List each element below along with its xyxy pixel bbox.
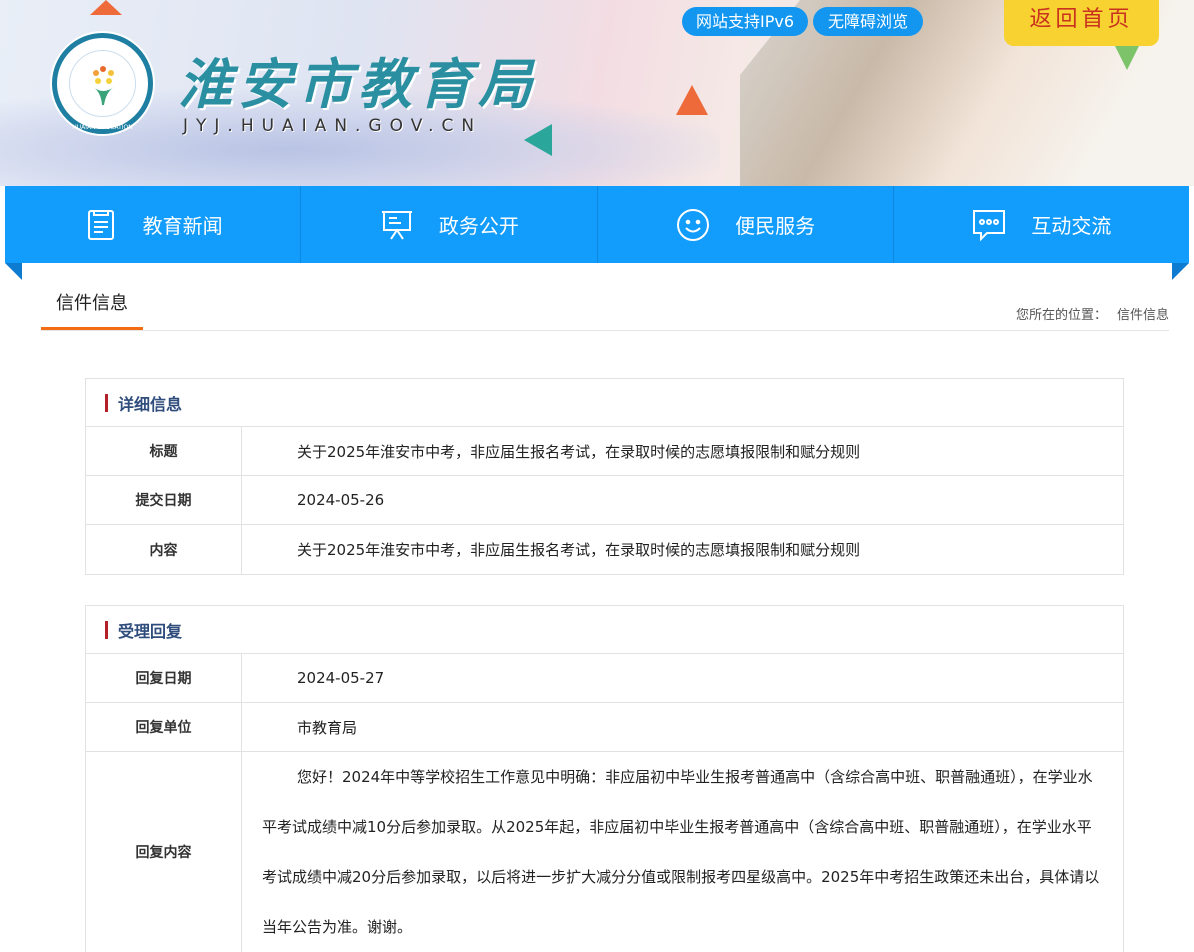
reply-panel: 受理回复 回复日期 2024-05-27 回复单位 市教育局 回复内容 您好！2024… (85, 605, 1124, 952)
row-label: 提交日期 (86, 476, 242, 524)
table-row: 回复内容 您好！2024年中等学校招生工作意见中明确：非应届初中毕业生报考普通高中… (86, 752, 1123, 952)
triangle-decoration (90, 0, 122, 15)
row-value: 市教育局 (297, 718, 358, 737)
home-button[interactable]: 返回首页 (1004, 0, 1159, 46)
smile-icon (677, 208, 710, 241)
nav-label: 政务公开 (438, 214, 519, 238)
details-panel: 详细信息 标题关于2025年淮安市中考，非应届生报名考试，在录取时候的志愿填报限… (85, 378, 1124, 575)
table-row: 标题 关于2025年淮安市中考，非应届生报名考试，在录取时候的志愿填报限制和赋分规… (86, 427, 1123, 476)
row-value: 关于2025年淮安市中考，非应届生报名考试，在录取时候的志愿填报限制和赋分规则 (297, 442, 861, 461)
nav-item-government[interactable]: 政务公开 (301, 186, 598, 263)
row-value: 关于2025年淮安市中考，非应届生报名考试，在录取时候的志愿填报限制和赋分规则 (297, 541, 861, 559)
main-nav: 教育新闻 政务公开 便民服务 互动交流 (5, 186, 1189, 263)
breadcrumb: 您所在的位置： 信件信息 (1016, 304, 1169, 323)
row-label: 回复日期 (86, 654, 242, 702)
table-row: 内容 关于2025年淮安市中考，非应届生报名考试，在录取时候的志愿填报限制和赋分规… (86, 525, 1123, 574)
nav-label: 教育新闻 (142, 214, 223, 238)
tree-icon (93, 66, 114, 105)
row-value: 2024-05-27 (297, 669, 385, 687)
row-label: 回复单位 (86, 703, 242, 751)
site-logo[interactable]: HUAIAN EDUCATION (52, 33, 153, 134)
section-heading: 详细信息 (118, 394, 183, 414)
section-heading: 受理回复 (118, 621, 183, 641)
site-header: HUAIAN EDUCATION 淮安市教育局 JYJ.HUAIAN.GOV.C… (0, 0, 1194, 186)
triangle-decoration (524, 124, 552, 156)
accessibility-button[interactable]: 无障碍浏览 (813, 7, 923, 36)
table-row: 回复日期 2024-05-27 (86, 654, 1123, 703)
section-marker (105, 620, 108, 639)
row-label: 回复内容 (86, 752, 242, 952)
breadcrumb-prefix: 您所在的位置： (1015, 308, 1107, 323)
nav-label: 互动交流 (1031, 214, 1112, 238)
news-icon (87, 209, 114, 240)
nav-item-news[interactable]: 教育新闻 (5, 186, 302, 263)
row-value: 2024-05-26 (297, 491, 385, 509)
chat-icon (973, 209, 1006, 241)
nav-item-interaction[interactable]: 互动交流 (894, 186, 1189, 263)
nav-fold-decoration (1172, 263, 1189, 280)
section-marker (105, 393, 108, 412)
nav-item-services[interactable]: 便民服务 (598, 186, 894, 263)
nav-fold-decoration (5, 263, 22, 280)
logo-text: HUAIAN EDUCATION (72, 124, 133, 131)
breadcrumb-current[interactable]: 信件信息 (1117, 308, 1169, 323)
presentation-icon (381, 210, 412, 240)
site-domain: JYJ.HUAIAN.GOV.CN (183, 116, 483, 136)
tab-letter-info[interactable]: 信件信息 (41, 284, 143, 330)
site-title: 淮安市教育局 (178, 52, 538, 116)
reply-content: 您好！2024年中等学校招生工作意见中明确：非应届初中毕业生报考普通高中（含综合… (262, 768, 1100, 936)
table-row: 提交日期 2024-05-26 (86, 476, 1123, 525)
row-label: 内容 (86, 525, 242, 574)
table-row: 回复单位 市教育局 (86, 703, 1123, 752)
ipv6-button[interactable]: 网站支持IPv6 (682, 7, 808, 36)
section-tabbar: 信件信息 您所在的位置： 信件信息 (41, 284, 1169, 331)
triangle-decoration (676, 85, 708, 115)
row-label: 标题 (86, 427, 242, 475)
nav-label: 便民服务 (735, 214, 816, 238)
